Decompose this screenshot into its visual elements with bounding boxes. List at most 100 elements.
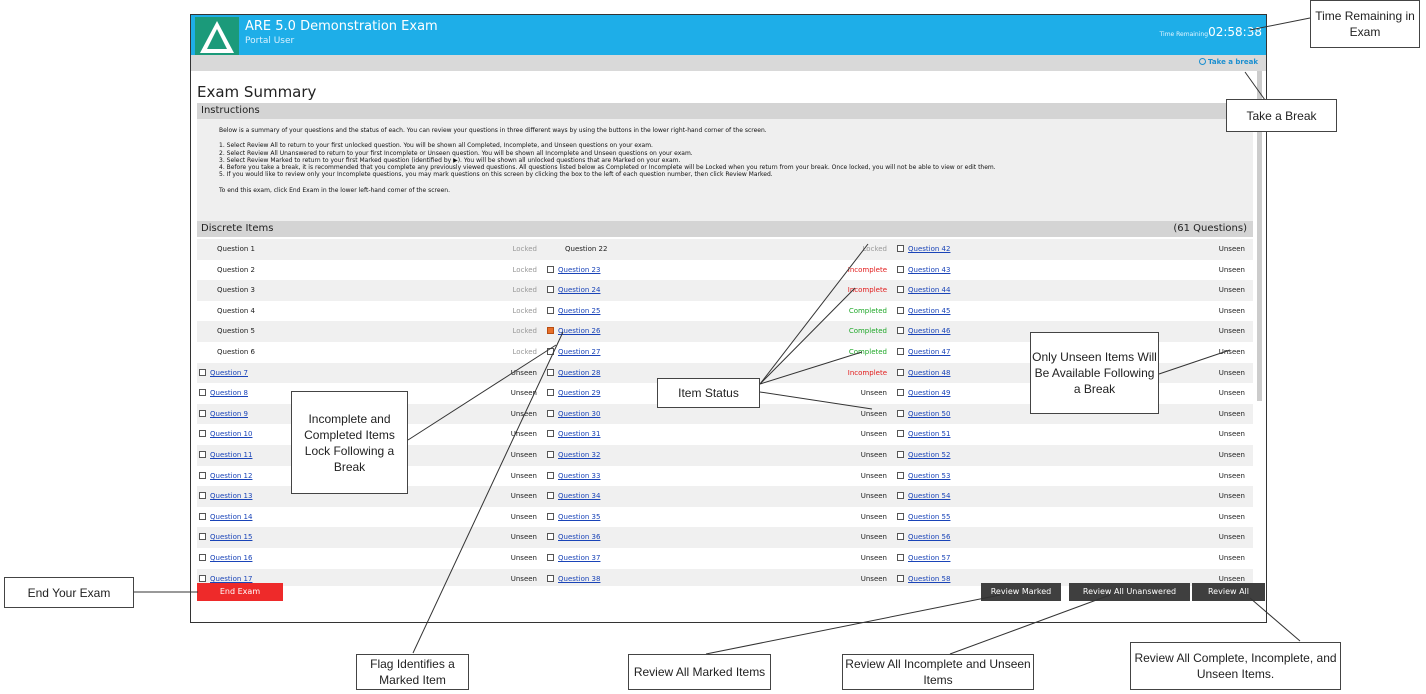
question-link[interactable]: Question 29 bbox=[558, 389, 600, 397]
question-entry[interactable]: Question 35 bbox=[547, 507, 600, 528]
question-link[interactable]: Question 35 bbox=[558, 513, 600, 521]
question-entry[interactable]: Question 53 bbox=[897, 466, 950, 487]
mark-checkbox[interactable] bbox=[547, 389, 554, 397]
mark-checkbox[interactable] bbox=[199, 533, 206, 541]
mark-checkbox[interactable] bbox=[897, 409, 904, 417]
flag-checkbox-icon[interactable] bbox=[547, 327, 554, 335]
question-entry[interactable]: Question 37 bbox=[547, 548, 600, 569]
question-entry[interactable]: Question 47 bbox=[897, 342, 950, 363]
question-link[interactable]: Question 31 bbox=[558, 430, 600, 438]
review-all-unanswered-button[interactable]: Review All Unanswered bbox=[1069, 583, 1190, 601]
review-all-button[interactable]: Review All bbox=[1192, 583, 1265, 601]
question-entry[interactable]: Question 49 bbox=[897, 383, 950, 404]
mark-checkbox[interactable] bbox=[199, 430, 206, 438]
mark-checkbox[interactable] bbox=[897, 430, 904, 438]
mark-checkbox[interactable] bbox=[897, 286, 904, 294]
mark-checkbox[interactable] bbox=[897, 265, 904, 273]
question-link[interactable]: Question 8 bbox=[210, 389, 248, 397]
mark-checkbox[interactable] bbox=[897, 512, 904, 520]
question-link[interactable]: Question 53 bbox=[908, 472, 950, 480]
question-entry[interactable]: Question 55 bbox=[897, 507, 950, 528]
mark-checkbox[interactable] bbox=[199, 492, 206, 500]
mark-checkbox[interactable] bbox=[547, 265, 554, 273]
mark-checkbox[interactable] bbox=[199, 471, 206, 479]
question-entry[interactable]: Question 57 bbox=[897, 548, 950, 569]
question-link[interactable]: Question 7 bbox=[210, 369, 248, 377]
question-link[interactable]: Question 49 bbox=[908, 389, 950, 397]
question-entry[interactable]: Question 7 bbox=[199, 363, 248, 384]
question-link[interactable]: Question 14 bbox=[210, 513, 252, 521]
question-link[interactable]: Question 52 bbox=[908, 451, 950, 459]
question-link[interactable]: Question 46 bbox=[908, 327, 950, 335]
question-link[interactable]: Question 45 bbox=[908, 307, 950, 315]
mark-checkbox[interactable] bbox=[547, 492, 554, 500]
question-link[interactable]: Question 25 bbox=[558, 307, 600, 315]
question-entry[interactable]: Question 42 bbox=[897, 239, 950, 260]
question-entry[interactable]: Question 27 bbox=[547, 342, 600, 363]
question-entry[interactable]: Question 44 bbox=[897, 280, 950, 301]
question-link[interactable]: Question 10 bbox=[210, 430, 252, 438]
mark-checkbox[interactable] bbox=[547, 409, 554, 417]
mark-checkbox[interactable] bbox=[199, 368, 206, 376]
question-entry[interactable]: Question 45 bbox=[897, 301, 950, 322]
question-entry[interactable]: Question 9 bbox=[199, 404, 248, 425]
question-entry[interactable]: Question 29 bbox=[547, 383, 600, 404]
question-entry[interactable]: Question 48 bbox=[897, 363, 950, 384]
question-link[interactable]: Question 37 bbox=[558, 554, 600, 562]
mark-checkbox[interactable] bbox=[897, 492, 904, 500]
question-link[interactable]: Question 43 bbox=[908, 266, 950, 274]
question-link[interactable]: Question 57 bbox=[908, 554, 950, 562]
mark-checkbox[interactable] bbox=[547, 533, 554, 541]
question-entry[interactable]: Question 12 bbox=[199, 466, 252, 487]
question-entry[interactable]: Question 50 bbox=[897, 404, 950, 425]
question-link[interactable]: Question 36 bbox=[558, 533, 600, 541]
question-link[interactable]: Question 9 bbox=[210, 410, 248, 418]
question-entry[interactable]: Question 30 bbox=[547, 404, 600, 425]
question-entry[interactable]: Question 13 bbox=[199, 486, 252, 507]
question-link[interactable]: Question 32 bbox=[558, 451, 600, 459]
question-link[interactable]: Question 50 bbox=[908, 410, 950, 418]
mark-checkbox[interactable] bbox=[897, 450, 904, 458]
question-link[interactable]: Question 15 bbox=[210, 533, 252, 541]
question-link[interactable]: Question 26 bbox=[558, 327, 600, 335]
question-entry[interactable]: Question 54 bbox=[897, 486, 950, 507]
question-link[interactable]: Question 13 bbox=[210, 492, 252, 500]
mark-checkbox[interactable] bbox=[199, 409, 206, 417]
question-entry[interactable]: Question 14 bbox=[199, 507, 252, 528]
end-exam-button[interactable]: End Exam bbox=[197, 583, 283, 601]
question-entry[interactable]: Question 31 bbox=[547, 424, 600, 445]
question-entry[interactable]: Question 38 bbox=[547, 569, 600, 587]
question-entry[interactable]: Question 34 bbox=[547, 486, 600, 507]
take-break-link[interactable]: Take a break bbox=[1199, 58, 1258, 66]
question-link[interactable]: Question 56 bbox=[908, 533, 950, 541]
question-link[interactable]: Question 28 bbox=[558, 369, 600, 377]
question-link[interactable]: Question 33 bbox=[558, 472, 600, 480]
mark-checkbox[interactable] bbox=[199, 553, 206, 561]
review-marked-button[interactable]: Review Marked bbox=[981, 583, 1061, 601]
mark-checkbox[interactable] bbox=[547, 368, 554, 376]
question-entry[interactable]: Question 15 bbox=[199, 527, 252, 548]
question-entry[interactable]: Question 58 bbox=[897, 569, 950, 587]
mark-checkbox[interactable] bbox=[897, 553, 904, 561]
mark-checkbox[interactable] bbox=[199, 512, 206, 520]
mark-checkbox[interactable] bbox=[547, 553, 554, 561]
mark-checkbox[interactable] bbox=[547, 306, 554, 314]
mark-checkbox[interactable] bbox=[199, 574, 206, 582]
mark-checkbox[interactable] bbox=[547, 286, 554, 294]
question-entry[interactable]: Question 10 bbox=[199, 424, 252, 445]
mark-checkbox[interactable] bbox=[547, 347, 554, 355]
question-link[interactable]: Question 16 bbox=[210, 554, 252, 562]
question-link[interactable]: Question 51 bbox=[908, 430, 950, 438]
question-link[interactable]: Question 23 bbox=[558, 266, 600, 274]
question-entry[interactable]: Question 8 bbox=[199, 383, 248, 404]
question-link[interactable]: Question 11 bbox=[210, 451, 252, 459]
mark-checkbox[interactable] bbox=[547, 471, 554, 479]
mark-checkbox[interactable] bbox=[897, 368, 904, 376]
question-entry[interactable]: Question 43 bbox=[897, 260, 950, 281]
question-link[interactable]: Question 47 bbox=[908, 348, 950, 356]
question-entry[interactable]: Question 23 bbox=[547, 260, 600, 281]
mark-checkbox[interactable] bbox=[199, 450, 206, 458]
question-entry[interactable]: Question 33 bbox=[547, 466, 600, 487]
question-link[interactable]: Question 12 bbox=[210, 472, 252, 480]
mark-checkbox[interactable] bbox=[897, 574, 904, 582]
